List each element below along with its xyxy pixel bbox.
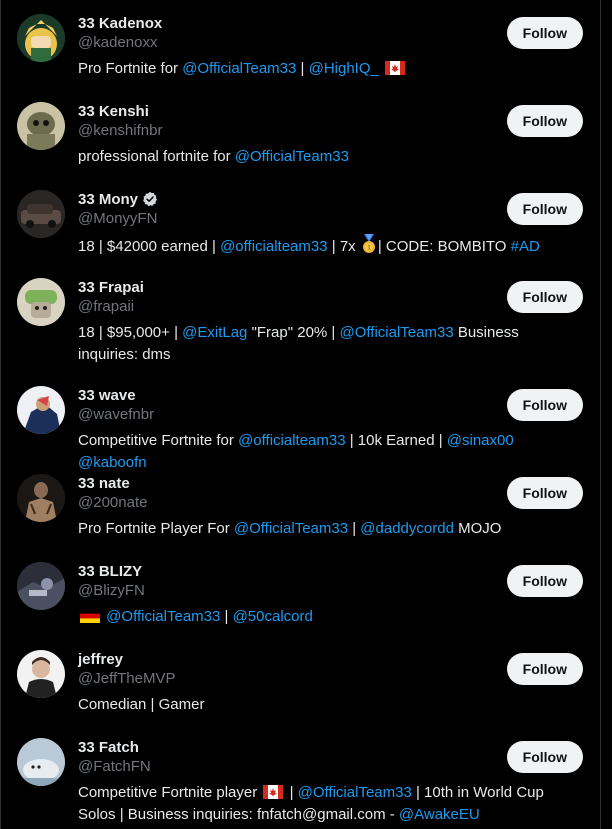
follow-button[interactable]: Follow — [506, 193, 583, 225]
user-cell[interactable]: 33 wave @wavefnbr Competitive Fortnite for… — [0, 372, 600, 474]
display-name[interactable]: 33 Frapai — [78, 279, 144, 296]
follow-button[interactable]: Follow — [506, 389, 583, 421]
follow-button[interactable]: Follow — [506, 281, 583, 313]
bio-text: professional fortnite for — [78, 148, 235, 165]
display-name[interactable]: 33 Fatch — [78, 739, 139, 756]
verified-badge-icon — [143, 191, 158, 207]
user-bio: Pro Fortnite for @OfficialTeam33 | @High… — [78, 58, 584, 80]
bio-text: | — [285, 784, 298, 801]
canada-flag-icon — [261, 784, 285, 801]
user-bio: 18 | $42000 earned | @officialteam33 | 7… — [78, 234, 584, 258]
who-to-follow-list-frame: 33 Kadenox @kadenoxx Pro Fortnite for @Off… — [0, 0, 601, 829]
germany-flag-icon — [78, 608, 102, 625]
avatar[interactable] — [17, 738, 65, 786]
display-name[interactable]: 33 Mony — [78, 191, 138, 208]
user-bio: Competitive Fortnite player | @OfficialT… — [78, 782, 584, 826]
bio-mention-link[interactable]: @OfficialTeam33 — [182, 60, 296, 77]
bio-text: | — [220, 608, 233, 625]
user-cell[interactable]: 33 Frapai @frapaii 18 | $95,000+ | @ExitLa… — [0, 264, 600, 366]
bio-mention-link[interactable]: @OfficialTeam33 — [340, 324, 454, 341]
user-bio: Pro Fortnite Player For @OfficialTeam33 … — [78, 518, 584, 540]
bio-mention-link[interactable]: @officialteam33 — [238, 432, 346, 449]
bio-mention-link[interactable]: @HighIQ_ — [309, 60, 379, 77]
display-name[interactable]: 33 Kadenox — [78, 15, 162, 32]
bio-mention-link[interactable]: @sinax00 — [447, 432, 514, 449]
bio-mention-link[interactable]: @OfficialTeam33 — [234, 520, 348, 537]
avatar[interactable] — [17, 474, 65, 522]
bio-mention-link[interactable]: @AwakeEU — [399, 806, 480, 823]
bio-text: | — [348, 520, 361, 537]
user-bio: @OfficialTeam33 | @50calcord — [78, 606, 584, 628]
follow-button[interactable]: Follow — [506, 653, 583, 685]
bio-mention-link[interactable]: @ExitLag — [182, 324, 247, 341]
display-name[interactable]: jeffrey — [78, 651, 123, 668]
bio-mention-link[interactable]: @daddycordd — [360, 520, 454, 537]
display-name[interactable]: 33 BLIZY — [78, 563, 142, 580]
user-bio: professional fortnite for @OfficialTeam3… — [78, 146, 584, 168]
avatar[interactable] — [17, 190, 65, 238]
user-cell[interactable]: 33 BLIZY @BlizyFN @OfficialTeam33 | @50ca… — [0, 548, 600, 636]
follow-button[interactable]: Follow — [506, 741, 583, 773]
bio-text: | CODE: BOMBITO — [377, 238, 511, 255]
follow-button[interactable]: Follow — [506, 17, 583, 49]
user-cell[interactable]: 33 Kadenox @kadenoxx Pro Fortnite for @Off… — [0, 0, 600, 88]
bio-mention-link[interactable]: @OfficialTeam33 — [235, 148, 349, 165]
bio-text: MOJO — [453, 520, 502, 537]
avatar[interactable] — [17, 562, 65, 610]
bio-mention-link[interactable]: #AD — [511, 238, 540, 255]
column-border-right — [600, 0, 601, 829]
follow-button[interactable]: Follow — [506, 565, 583, 597]
bio-text: 18 | $95,000+ | — [78, 324, 183, 341]
gold-medal-icon: 1 — [360, 234, 378, 255]
bio-text: 18 | $42000 earned | — [78, 238, 221, 255]
user-bio: 18 | $95,000+ | @ExitLag "Frap" 20% | @O… — [78, 322, 584, 366]
user-cell[interactable]: jeffrey @JeffTheMVP Comedian | Gamer Follow — [0, 636, 600, 724]
bio-mention-link[interactable]: @officialteam33 — [220, 238, 328, 255]
user-cell[interactable]: 33 Kenshi @kenshifnbr professional fortnit… — [0, 88, 600, 176]
bio-text: | 7x — [327, 238, 360, 255]
bio-text: | — [296, 60, 309, 77]
follow-button[interactable]: Follow — [506, 477, 583, 509]
display-name[interactable]: 33 nate — [78, 475, 130, 492]
avatar[interactable] — [17, 14, 65, 62]
avatar[interactable] — [17, 386, 65, 434]
bio-mention-link[interactable]: @OfficialTeam33 — [298, 784, 412, 801]
bio-mention-link[interactable]: @OfficialTeam33 — [106, 608, 220, 625]
column-border-left — [0, 0, 1, 829]
bio-text: "Frap" 20% | — [247, 324, 340, 341]
avatar[interactable] — [17, 650, 65, 698]
bio-text: Competitive Fortnite player — [78, 784, 262, 801]
bio-text: | 10k Earned | — [345, 432, 447, 449]
bio-mention-link[interactable]: @50calcord — [233, 608, 313, 625]
bio-text: Pro Fortnite Player For — [78, 520, 234, 537]
bio-text: Pro Fortnite for — [78, 60, 183, 77]
user-cell[interactable]: 33 Fatch @FatchFN Competitive Fortnite pla… — [0, 724, 600, 826]
display-name[interactable]: 33 wave — [78, 387, 136, 404]
user-bio: Comedian | Gamer — [78, 694, 584, 716]
follow-button[interactable]: Follow — [506, 105, 583, 137]
user-cell[interactable]: 33 nate @200nate Pro Fortnite Player For @… — [0, 460, 600, 548]
avatar[interactable] — [17, 102, 65, 150]
display-name[interactable]: 33 Kenshi — [78, 103, 149, 120]
avatar[interactable] — [17, 278, 65, 326]
bio-text: Competitive Fortnite for — [78, 432, 239, 449]
canada-flag-icon — [383, 60, 407, 77]
bio-text: Comedian | Gamer — [78, 696, 205, 713]
user-cell[interactable]: 33 Mony @MonyyFN 18 | $42000 earned | @off… — [0, 176, 600, 264]
